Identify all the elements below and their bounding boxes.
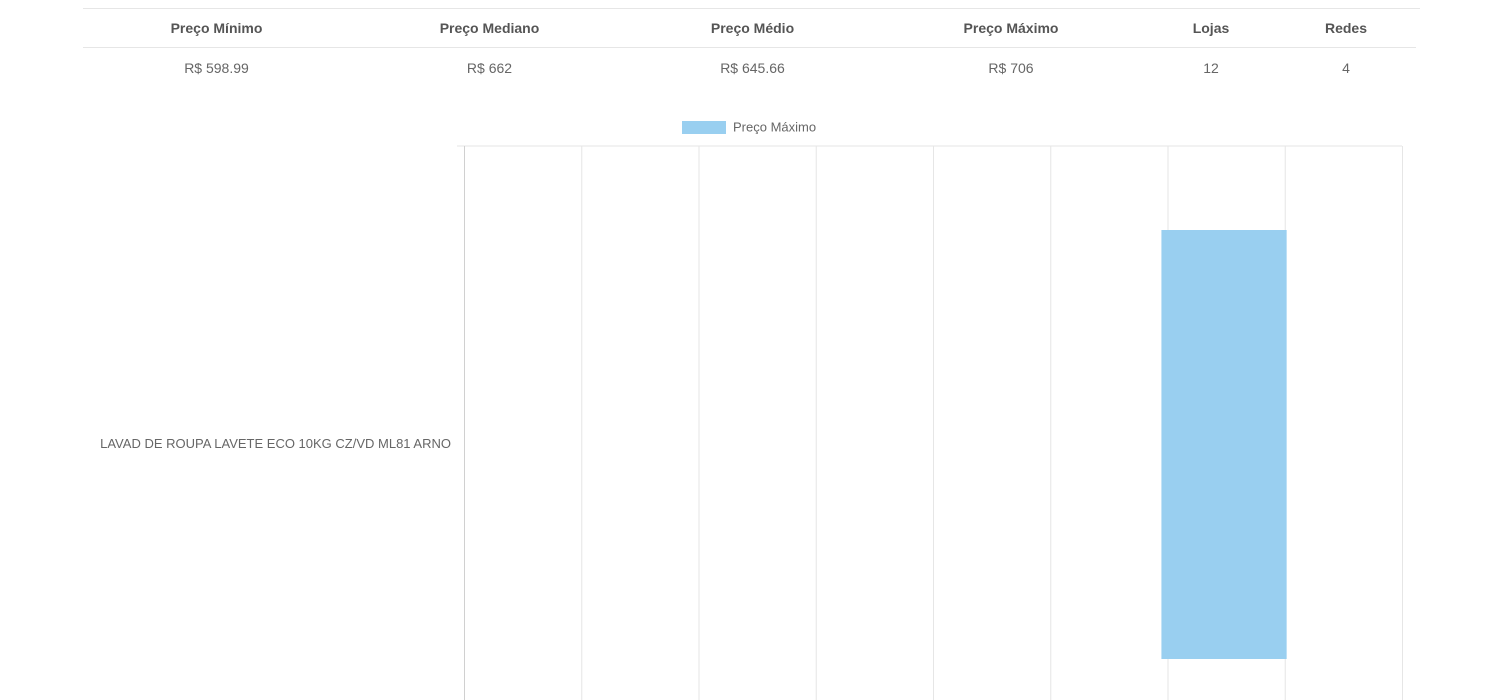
- legend-label: Preço Máximo: [733, 120, 816, 135]
- value-preco-mediano: R$ 662: [466, 60, 513, 76]
- value-lojas: 12: [1203, 60, 1219, 76]
- value-preco-maximo: R$ 706: [988, 60, 1034, 76]
- value-preco-minimo: R$ 598.99: [184, 60, 249, 76]
- header-preco-medio: Preço Médio: [629, 9, 876, 48]
- bar: [1161, 230, 1287, 659]
- header-redes: Redes: [1276, 9, 1416, 48]
- chart-legend[interactable]: Preço Máximo: [682, 120, 816, 135]
- chart-bars: [1161, 230, 1287, 659]
- value-preco-medio: R$ 645.66: [720, 60, 785, 76]
- price-summary-table: Preço Mínimo Preço Mediano Preço Médio P…: [83, 9, 1416, 88]
- legend-swatch: [682, 121, 726, 134]
- header-preco-minimo: Preço Mínimo: [83, 9, 350, 48]
- category-label: LAVAD DE ROUPA LAVETE ECO 10KG CZ/VD ML8…: [100, 436, 451, 451]
- header-preco-maximo: Preço Máximo: [876, 9, 1146, 48]
- value-redes: 4: [1342, 60, 1350, 76]
- header-preco-mediano: Preço Mediano: [350, 9, 629, 48]
- max-price-bar-chart: Preço Máximo LAVAD DE ROUPA LAVETE ECO 1…: [100, 120, 1403, 700]
- table-row: R$ 598.99 R$ 662 R$ 645.66 R$ 706 12 4: [83, 48, 1416, 89]
- header-lojas: Lojas: [1146, 9, 1276, 48]
- table-header-row: Preço Mínimo Preço Mediano Preço Médio P…: [83, 9, 1416, 48]
